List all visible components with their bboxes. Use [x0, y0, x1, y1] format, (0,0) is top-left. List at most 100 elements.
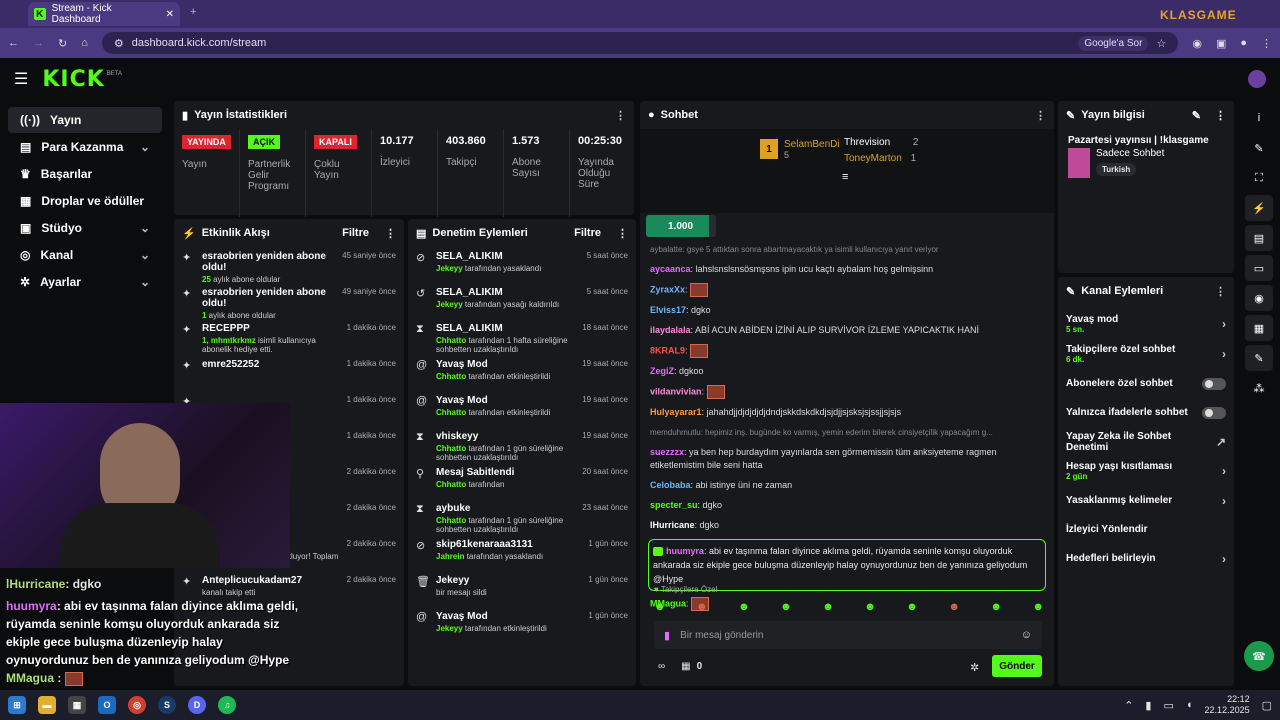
more-options-icon[interactable]: ⋮ — [1035, 109, 1046, 122]
category-name[interactable]: Sadece Sohbet — [1096, 148, 1164, 159]
chat-username[interactable]: Celobaba — [650, 480, 691, 490]
toggle-switch[interactable] — [1202, 406, 1226, 419]
toggle-switch[interactable] — [1202, 377, 1226, 390]
tag-chip[interactable]: Turkish — [1096, 163, 1137, 176]
channel-action-item[interactable]: Hesap yaşı kısıtlaması 2 gün › — [1058, 456, 1234, 486]
site-info-icon[interactable]: ⚙ — [114, 37, 124, 50]
channel-action-item[interactable]: Abonelere özel sohbet — [1058, 369, 1234, 398]
new-tab-icon[interactable]: + — [190, 6, 196, 18]
discord-icon[interactable]: D — [188, 696, 206, 714]
info-icon[interactable]: i — [1245, 105, 1273, 131]
broadcast-icon[interactable]: ◉ — [1245, 285, 1273, 311]
sidebar-item-yayin[interactable]: ((·)) Yayın — [8, 107, 162, 133]
emote-icon[interactable]: ☻ — [780, 601, 792, 613]
support-icon[interactable]: ☎ — [1244, 641, 1274, 671]
chat-username[interactable]: huumyra — [666, 546, 704, 556]
sidebar-item-basarilar[interactable]: ♛ Başarılar — [8, 161, 162, 187]
more-options-icon[interactable]: ⋮ — [615, 109, 626, 122]
emoji-picker-icon[interactable]: ☺ — [1021, 629, 1032, 641]
chat-username[interactable]: 8KRAL9 — [650, 345, 685, 355]
channel-action-item[interactable]: Yapay Zeka ile Sohbet Denetimi ↗ — [1058, 427, 1234, 456]
emote-icon[interactable]: ☻ — [906, 601, 918, 613]
extensions-puzzle-icon[interactable]: ▣ — [1216, 37, 1226, 50]
edit-icon[interactable]: ✎ — [1192, 109, 1201, 122]
emote-icon[interactable]: ☻ — [948, 601, 960, 613]
filter-button[interactable]: Filtre — [342, 227, 369, 239]
chat-username[interactable]: lHurricane — [650, 520, 695, 530]
kick-logo[interactable]: KICK — [42, 67, 104, 92]
channel-action-item[interactable]: İzleyici Yönlendir — [1058, 515, 1234, 544]
chat-input[interactable]: ▮ Bir mesaj gönderin ☺ — [654, 621, 1042, 649]
points-icon[interactable]: ∞ — [658, 661, 665, 672]
sidebar-item-droplar[interactable]: ▦ Droplar ve ödüller — [8, 188, 162, 214]
chat-username[interactable]: Elviss17 — [650, 305, 686, 315]
more-options-icon[interactable]: ⋮ — [1215, 285, 1226, 298]
chat-username[interactable]: aycaanca — [650, 264, 691, 274]
spotify-icon[interactable]: ♫ — [218, 696, 236, 714]
profile-avatar[interactable]: ● — [1240, 37, 1247, 49]
user-avatar[interactable] — [1248, 70, 1266, 88]
sidebar-item-studyo[interactable]: ▣ Stüdyo ⌄ — [8, 215, 162, 241]
clock[interactable]: 22:12 22.12.2025 — [1205, 694, 1250, 716]
emote-icon[interactable]: ☻ — [738, 601, 750, 613]
sidebar-item-ayarlar[interactable]: ✲ Ayarlar ⌄ — [8, 269, 162, 295]
chat-username[interactable]: Hulyayarar1 — [650, 407, 702, 417]
extension-icon[interactable]: ◉ — [1192, 37, 1202, 50]
url-field[interactable]: ⚙ dashboard.kick.com/stream Google'a Sor… — [101, 32, 1179, 54]
stack-icon[interactable]: ≡ — [842, 171, 848, 183]
google-ask-button[interactable]: Google'a Sor — [1078, 35, 1149, 51]
chat-username[interactable]: suezzzx — [650, 447, 684, 457]
chat-username[interactable]: specter_su — [650, 500, 698, 510]
bookmark-star-icon[interactable]: ☆ — [1156, 37, 1166, 50]
forward-icon[interactable]: → — [33, 37, 44, 49]
emote-icon[interactable]: ☻ — [864, 601, 876, 613]
notification-icon[interactable]: ▢ — [1262, 699, 1272, 712]
sidebar-item-para-kazanma[interactable]: ▤ Para Kazanma ⌄ — [8, 134, 162, 160]
emote-icon[interactable]: ☻ — [822, 601, 834, 613]
reload-icon[interactable]: ↻ — [58, 37, 67, 50]
emote-icon[interactable]: ☻ — [990, 601, 1002, 613]
channel-action-item[interactable]: Hedefleri belirleyin › — [1058, 544, 1234, 573]
close-tab-icon[interactable]: ✕ — [166, 9, 174, 20]
mic-icon[interactable]: ▮ — [664, 629, 670, 642]
tray-chevron-icon[interactable]: ⌃ — [1124, 699, 1133, 712]
more-options-icon[interactable]: ⋮ — [617, 227, 628, 240]
bolt-icon[interactable]: ⚡ — [1245, 195, 1273, 221]
mic-icon[interactable]: ▮ — [1145, 699, 1151, 712]
channel-action-item[interactable]: Yasaklanmış kelimeler › — [1058, 486, 1234, 515]
chat-username[interactable]: ZegiZ — [650, 366, 674, 376]
network-icon[interactable]: ▭ — [1163, 699, 1173, 712]
chat-icon[interactable]: ▭ — [1245, 255, 1273, 281]
document-icon[interactable]: ▤ — [1245, 225, 1273, 251]
windows-start-icon[interactable]: ⊞ — [8, 696, 26, 714]
more-icon[interactable]: ⁂ — [1245, 375, 1273, 401]
emote-icon[interactable]: ☻ — [696, 601, 708, 613]
outlook-icon[interactable]: O — [98, 696, 116, 714]
file-explorer-icon[interactable]: ▬ — [38, 696, 56, 714]
browser-tab[interactable]: K Stream - Kick Dashboard ✕ — [28, 2, 180, 26]
gift-icon[interactable]: ▦ — [681, 661, 690, 672]
steam-icon[interactable]: S — [158, 696, 176, 714]
home-icon[interactable]: ⌂ — [81, 37, 88, 49]
send-button[interactable]: Gönder — [992, 655, 1042, 677]
fullscreen-icon[interactable]: ⛶ — [1245, 165, 1273, 191]
chat-username[interactable]: ZyraxXx — [650, 284, 685, 294]
emote-icon[interactable]: ☻ — [654, 601, 666, 613]
pencil-icon[interactable]: ✎ — [1245, 135, 1273, 161]
hamburger-menu-icon[interactable]: ☰ — [14, 69, 28, 89]
layout-icon[interactable]: ▦ — [1245, 315, 1273, 341]
filter-button[interactable]: Filtre — [574, 227, 601, 239]
channel-action-item[interactable]: Yavaş mod 5 sn. › — [1058, 309, 1234, 339]
channel-action-item[interactable]: Yalnızca ifadelerle sohbet — [1058, 398, 1234, 427]
chat-settings-icon[interactable]: ✲ — [970, 661, 979, 674]
more-options-icon[interactable]: ⋮ — [1215, 109, 1226, 122]
chrome-icon[interactable]: ◎ — [128, 696, 146, 714]
chat-username[interactable]: vildanvivian — [650, 386, 702, 396]
volume-icon[interactable]: ◖ — [1186, 699, 1193, 711]
channel-action-item[interactable]: Takipçilere özel sohbet 6 dk. › — [1058, 339, 1234, 369]
sidebar-item-kanal[interactable]: ◎ Kanal ⌄ — [8, 242, 162, 268]
wrench-icon[interactable]: ✎ — [1245, 345, 1273, 371]
goal-progress[interactable]: 1.000 — [646, 215, 716, 237]
browser-menu-icon[interactable]: ⋮ — [1261, 37, 1272, 50]
app-icon[interactable]: ▦ — [68, 696, 86, 714]
